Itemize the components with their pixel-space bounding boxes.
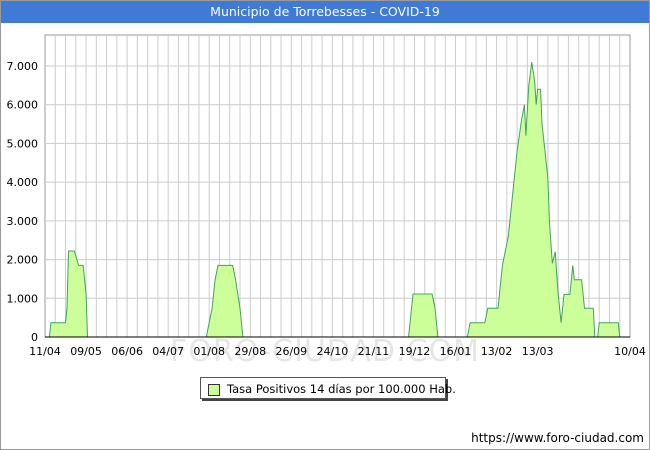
y-tick-label: 2.000 (7, 254, 39, 267)
y-tick-label: 4.000 (7, 176, 39, 189)
y-tick-label: 5.000 (7, 137, 39, 150)
y-tick-label: 0 (31, 331, 38, 344)
x-tick-label: 26/09 (275, 345, 307, 358)
x-tick-label: 19/12 (399, 345, 431, 358)
x-tick-label: 13/02 (481, 345, 513, 358)
y-tick-label: 7.000 (7, 60, 39, 73)
y-tick-label: 3.000 (7, 215, 39, 228)
legend-label: Tasa Positivos 14 días por 100.000 Hab. (227, 382, 456, 396)
x-tick-label: 29/08 (234, 345, 266, 358)
x-tick-label: 21/11 (358, 345, 390, 358)
x-tick-label: 16/01 (440, 345, 472, 358)
x-tick-label: 01/08 (193, 345, 225, 358)
legend: Tasa Positivos 14 días por 100.000 Hab. (200, 377, 456, 399)
y-tick-label: 6.000 (7, 99, 39, 112)
x-tick-label: 10/04 (614, 345, 646, 358)
legend-swatch (208, 384, 220, 396)
x-tick-label: 13/03 (522, 345, 554, 358)
x-tick-label: 04/07 (152, 345, 184, 358)
y-tick-label: 1.000 (7, 292, 39, 305)
x-tick-label: 06/06 (111, 345, 143, 358)
x-tick-label: 09/05 (70, 345, 102, 358)
source-url: https://www.foro-ciudad.com (471, 431, 644, 445)
x-tick-label: 24/10 (317, 345, 349, 358)
x-tick-label: 11/04 (29, 345, 61, 358)
